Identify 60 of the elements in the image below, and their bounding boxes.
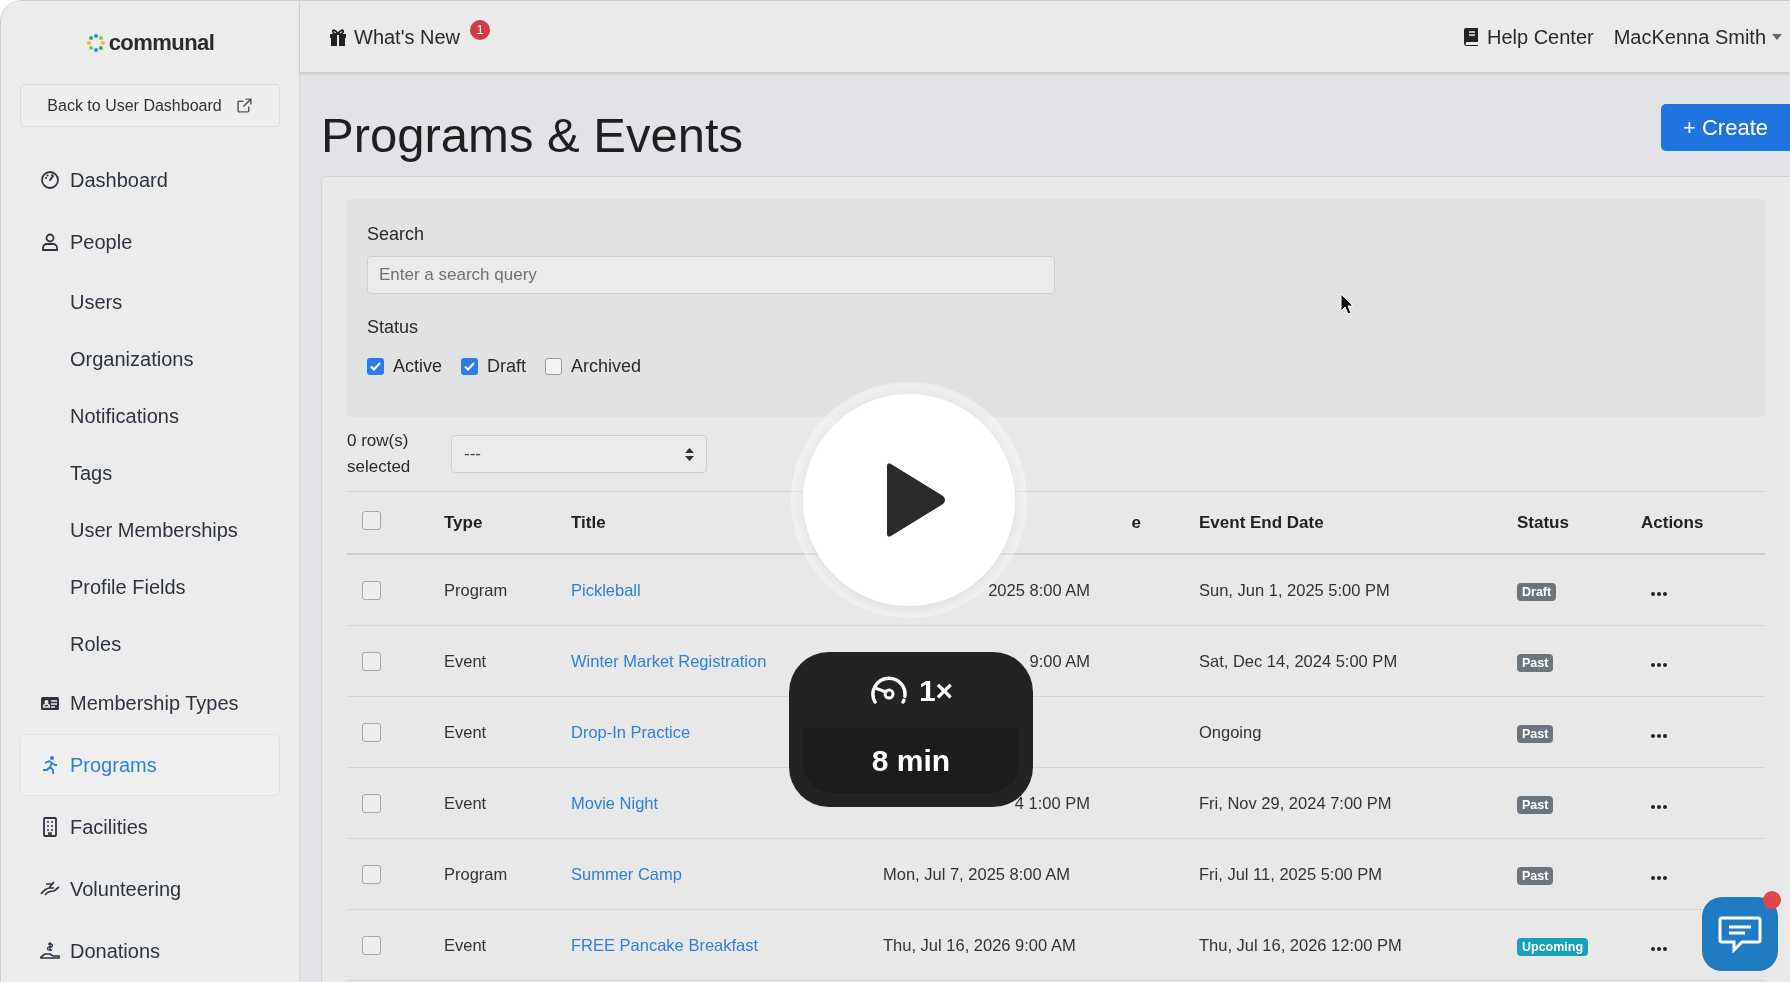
table-cell: Fri, Nov 29, 2024 7:00 PM xyxy=(1199,793,1392,812)
bulk-action-select[interactable]: --- xyxy=(451,435,707,473)
nav-item[interactable]: Dashboard xyxy=(20,149,280,211)
notification-badge: 1 xyxy=(470,19,491,40)
nav-item[interactable]: Facilities xyxy=(20,796,280,858)
back-button[interactable]: Back to User Dashboard xyxy=(20,84,280,127)
nav-item[interactable]: Users xyxy=(20,273,280,330)
table-cell: 2025 8:00 AM xyxy=(988,580,1090,599)
nav-item[interactable]: Membership Types xyxy=(20,672,280,734)
video-duration: 8 min xyxy=(871,743,951,779)
column-header: Actions xyxy=(1641,512,1704,532)
column-header: e xyxy=(1131,512,1141,532)
table-cell: Thu, Jul 16, 2026 12:00 PM xyxy=(1199,935,1402,954)
checkbox-label: Archived xyxy=(571,355,642,378)
column-header: Title xyxy=(571,512,606,532)
nav-item[interactable]: People xyxy=(20,211,280,273)
table-cell: 4 1:00 PM xyxy=(1014,793,1090,812)
status-badge: Past xyxy=(1517,795,1554,814)
help-center-link[interactable]: Help Center xyxy=(1463,21,1594,52)
table-cell: 9:00 AM xyxy=(1029,651,1090,670)
table-cell: Sat, Dec 14, 2024 5:00 PM xyxy=(1199,651,1398,670)
page-title: Programs & Events xyxy=(321,107,744,165)
nav-item[interactable]: Roles xyxy=(20,615,280,672)
column-header: Status xyxy=(1517,512,1569,532)
search-label: Search xyxy=(367,223,426,246)
user-menu[interactable]: MacKenna Smith xyxy=(1613,21,1782,52)
nav-item[interactable]: Programs xyxy=(20,734,280,796)
create-button[interactable]: + Create xyxy=(1661,104,1790,151)
table-cell: Ongoing xyxy=(1199,722,1262,741)
status-badge: Past xyxy=(1517,866,1554,885)
selection-count: 0 row(s) selected xyxy=(347,430,412,478)
table-cell: Program xyxy=(444,580,508,599)
nav-item[interactable]: Volunteering xyxy=(20,858,280,920)
status-badge: Upcoming xyxy=(1517,937,1589,956)
status-label: Status xyxy=(367,316,420,339)
table-cell: Event xyxy=(444,651,487,670)
table-cell: Fri, Jul 11, 2025 5:00 PM xyxy=(1199,864,1383,883)
whats-new-link[interactable]: What's New xyxy=(328,21,461,52)
table-cell: Event xyxy=(444,935,487,954)
table-cell: Mon, Jul 7, 2025 8:00 AM xyxy=(883,864,1071,883)
logo-text: communal xyxy=(108,29,215,58)
table-cell: Thu, Jul 16, 2026 9:00 AM xyxy=(883,935,1076,954)
table-cell: Program xyxy=(444,864,508,883)
column-header: Type xyxy=(444,512,483,532)
nav-item[interactable]: Notifications xyxy=(20,387,280,444)
table-cell: Event xyxy=(444,793,487,812)
nav-item[interactable]: Organizations xyxy=(20,330,280,387)
column-header: Event End Date xyxy=(1199,512,1324,532)
nav-item[interactable]: Donations xyxy=(20,920,280,982)
search-field[interactable]: Enter a search query xyxy=(367,256,1055,294)
nav-item[interactable]: Tags xyxy=(20,444,280,501)
nav-item[interactable]: User Memberships xyxy=(20,501,280,558)
status-badge: Past xyxy=(1517,724,1554,743)
table-cell: Sun, Jun 1, 2025 5:00 PM xyxy=(1199,580,1390,599)
table-cell: Event xyxy=(444,722,487,741)
checkbox-label: Active xyxy=(393,355,443,378)
status-badge: Draft xyxy=(1517,582,1557,601)
nav-item[interactable]: Profile Fields xyxy=(20,558,280,615)
checkbox-label: Draft xyxy=(487,355,527,378)
status-badge: Past xyxy=(1517,653,1554,672)
